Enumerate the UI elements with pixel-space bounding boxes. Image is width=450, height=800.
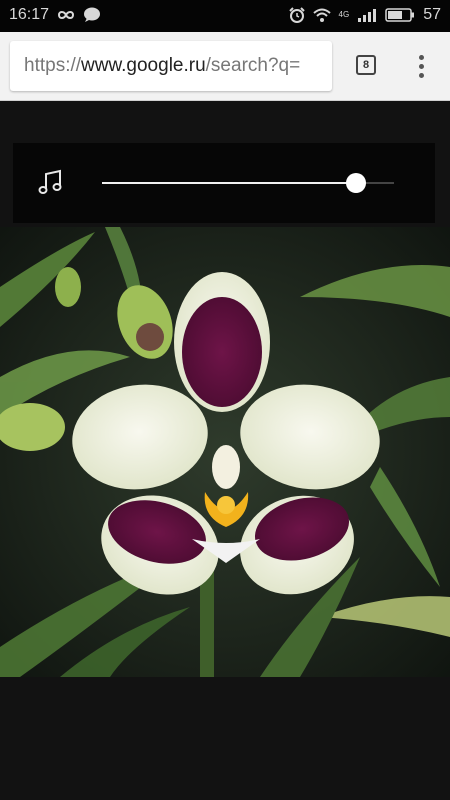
- seek-slider-thumb[interactable]: [346, 173, 367, 193]
- overflow-menu-button[interactable]: [410, 54, 432, 78]
- menu-dot-icon: [419, 55, 424, 60]
- infinity-icon: [58, 11, 75, 19]
- status-bar: 16:17 4G 57: [0, 0, 450, 32]
- battery-icon: [385, 8, 415, 22]
- url-host: www.google.ru: [81, 55, 206, 76]
- status-left: 16:17: [9, 6, 101, 24]
- music-note-icon: [38, 169, 62, 194]
- tab-switcher-button[interactable]: 8: [356, 55, 376, 75]
- page-content: [0, 101, 450, 800]
- browser-toolbar: https://www.google.ru/search?q= 8: [0, 32, 450, 101]
- message-icon: [84, 7, 101, 22]
- status-right: 4G 57: [288, 6, 441, 24]
- alarm-icon: [288, 7, 305, 23]
- network-type: 4G: [338, 10, 350, 19]
- seek-slider[interactable]: [102, 173, 394, 193]
- status-time: 16:17: [9, 6, 50, 23]
- screen: 16:17 4G 57 https://www.google.ru/search…: [0, 0, 450, 800]
- signal-icon: [358, 9, 377, 22]
- menu-dot-icon: [419, 64, 424, 69]
- url-bar[interactable]: https://www.google.ru/search?q=: [10, 41, 332, 91]
- url-path: /search?q=: [205, 55, 301, 76]
- url-text: https://www.google.ru/search?q=: [24, 55, 300, 77]
- battery-level: 57: [423, 6, 441, 23]
- url-prefix: https://: [24, 55, 82, 76]
- seek-slider-fill: [102, 182, 357, 184]
- audio-player: [13, 143, 435, 223]
- orchid-photo: [0, 227, 450, 677]
- menu-dot-icon: [419, 73, 424, 78]
- wifi-icon: [312, 8, 331, 22]
